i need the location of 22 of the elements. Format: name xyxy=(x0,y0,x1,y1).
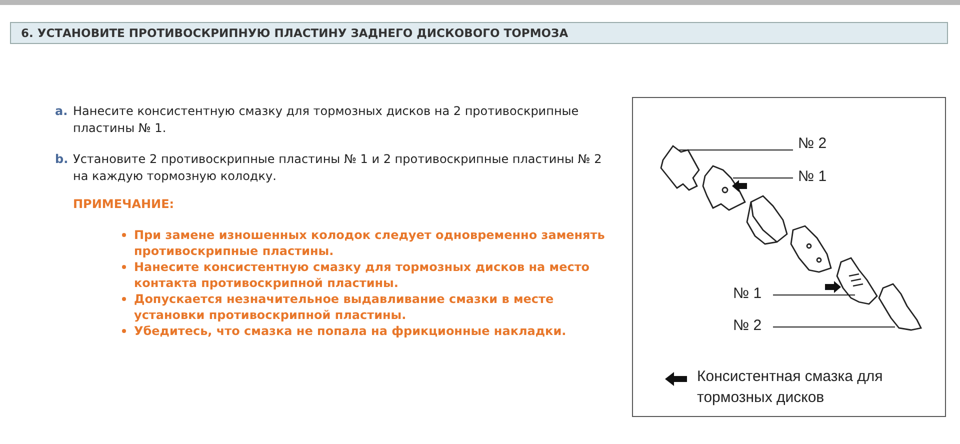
step-marker: a. xyxy=(55,103,68,120)
note-title: ПРИМЕЧАНИЕ: xyxy=(73,197,176,211)
section-heading: 6. УСТАНОВИТЕ ПРОТИВОСКРИПНУЮ ПЛАСТИНУ ЗАДНЕГО ДИСКОВОГО ТОРМОЗА xyxy=(10,22,948,44)
part-label: № 2 xyxy=(733,317,762,334)
right-arrow-icon xyxy=(825,281,841,293)
legend-text: Консистентная смазка для тормозных дисков xyxy=(697,367,884,408)
part-label: № 1 xyxy=(798,168,827,185)
part-label: № 2 xyxy=(798,135,827,152)
bullet-icon xyxy=(122,329,126,333)
part-label: № 1 xyxy=(733,285,762,302)
left-arrow-icon xyxy=(665,372,687,386)
bullet-icon xyxy=(122,265,126,269)
note-text: Нанесите консистентную смазку для тормозных дисков на место контакта противоскрипной пластины. xyxy=(134,259,591,291)
step-text: Нанесите консистентную смазку для тормозных дисков на 2 противоскрипные пластины № 1. xyxy=(73,103,580,137)
step-text: Установите 2 противоскрипные пластины № 1 и 2 противоскрипные пластины № 2 на каждую тормозную колодку. xyxy=(73,151,603,185)
note-text: Убедитесь, что смазка не попала на фрикционные накладки. xyxy=(134,323,568,339)
left-arrow-icon xyxy=(732,180,747,192)
step-marker: b. xyxy=(55,151,68,168)
note-text: Допускается незначительное выдавливание смазки в месте установки противоскрипной пластины. xyxy=(134,291,555,323)
note-text: При замене изношенных колодок следует одновременно заменять противоскрипные пластины. xyxy=(134,227,606,259)
bullet-icon xyxy=(122,233,126,237)
bullet-icon xyxy=(122,297,126,301)
